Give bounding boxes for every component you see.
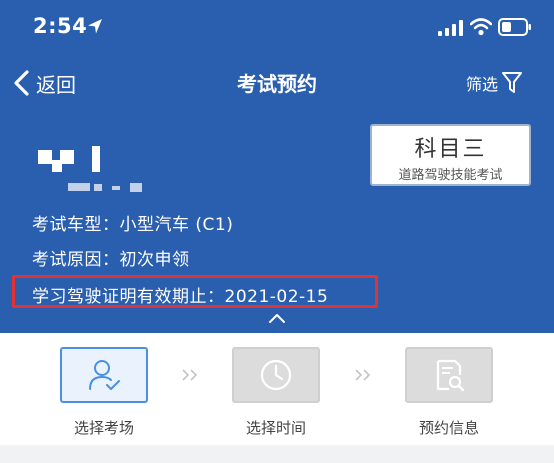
subject-badge: 科目三 道路驾驶技能考试 xyxy=(370,124,531,186)
redacted-name xyxy=(38,144,118,174)
header-panel: 2:54 返回 考试预约 筛选 科目三 道路驾驶技能考试 考试车型：小型汽车 (… xyxy=(0,0,554,333)
location-arrow-icon xyxy=(88,19,102,34)
step-select-time[interactable]: 选择时间 xyxy=(221,347,331,438)
cellular-signal-icon xyxy=(438,20,463,36)
filter-button[interactable]: 筛选 xyxy=(466,70,523,96)
funnel-icon xyxy=(502,72,523,93)
battery-icon xyxy=(498,18,531,36)
status-time: 2:54 xyxy=(33,14,88,38)
step-label: 选择时间 xyxy=(245,419,306,437)
document-search-icon xyxy=(436,359,465,392)
step-booking-info[interactable]: 预约信息 xyxy=(394,347,504,438)
redacted-id xyxy=(68,183,148,193)
filter-label: 筛选 xyxy=(466,75,499,94)
exam-reason-text: 考试原因：初次申领 xyxy=(32,250,190,270)
status-bar: 2:54 xyxy=(0,0,554,58)
double-chevron-right-icon xyxy=(355,369,371,381)
step-select-venue[interactable]: 选择考场 xyxy=(49,347,159,438)
navigation-bar: 返回 考试预约 筛选 xyxy=(0,58,554,108)
chevron-up-icon[interactable] xyxy=(267,312,287,324)
step-icon-box xyxy=(232,347,320,403)
user-check-icon xyxy=(89,360,120,390)
permit-expiry-text: 学习驾驶证明有效期止：2021-02-15 xyxy=(32,287,329,307)
step-icon-box xyxy=(60,347,148,403)
step-label: 选择考场 xyxy=(73,419,134,437)
wifi-icon xyxy=(470,18,492,36)
bottom-strip xyxy=(0,445,554,463)
step-icon-box xyxy=(405,347,493,403)
subject-subtitle: 道路驾驶技能考试 xyxy=(398,168,503,183)
subject-title: 科目三 xyxy=(414,137,487,162)
clock-icon xyxy=(260,359,292,391)
double-chevron-right-icon xyxy=(182,369,198,381)
step-label: 预约信息 xyxy=(418,419,479,437)
vehicle-type-text: 考试车型：小型汽车 (C1) xyxy=(32,215,234,235)
steps-panel: 选择考场 选择时间 预约信息 xyxy=(0,333,554,445)
